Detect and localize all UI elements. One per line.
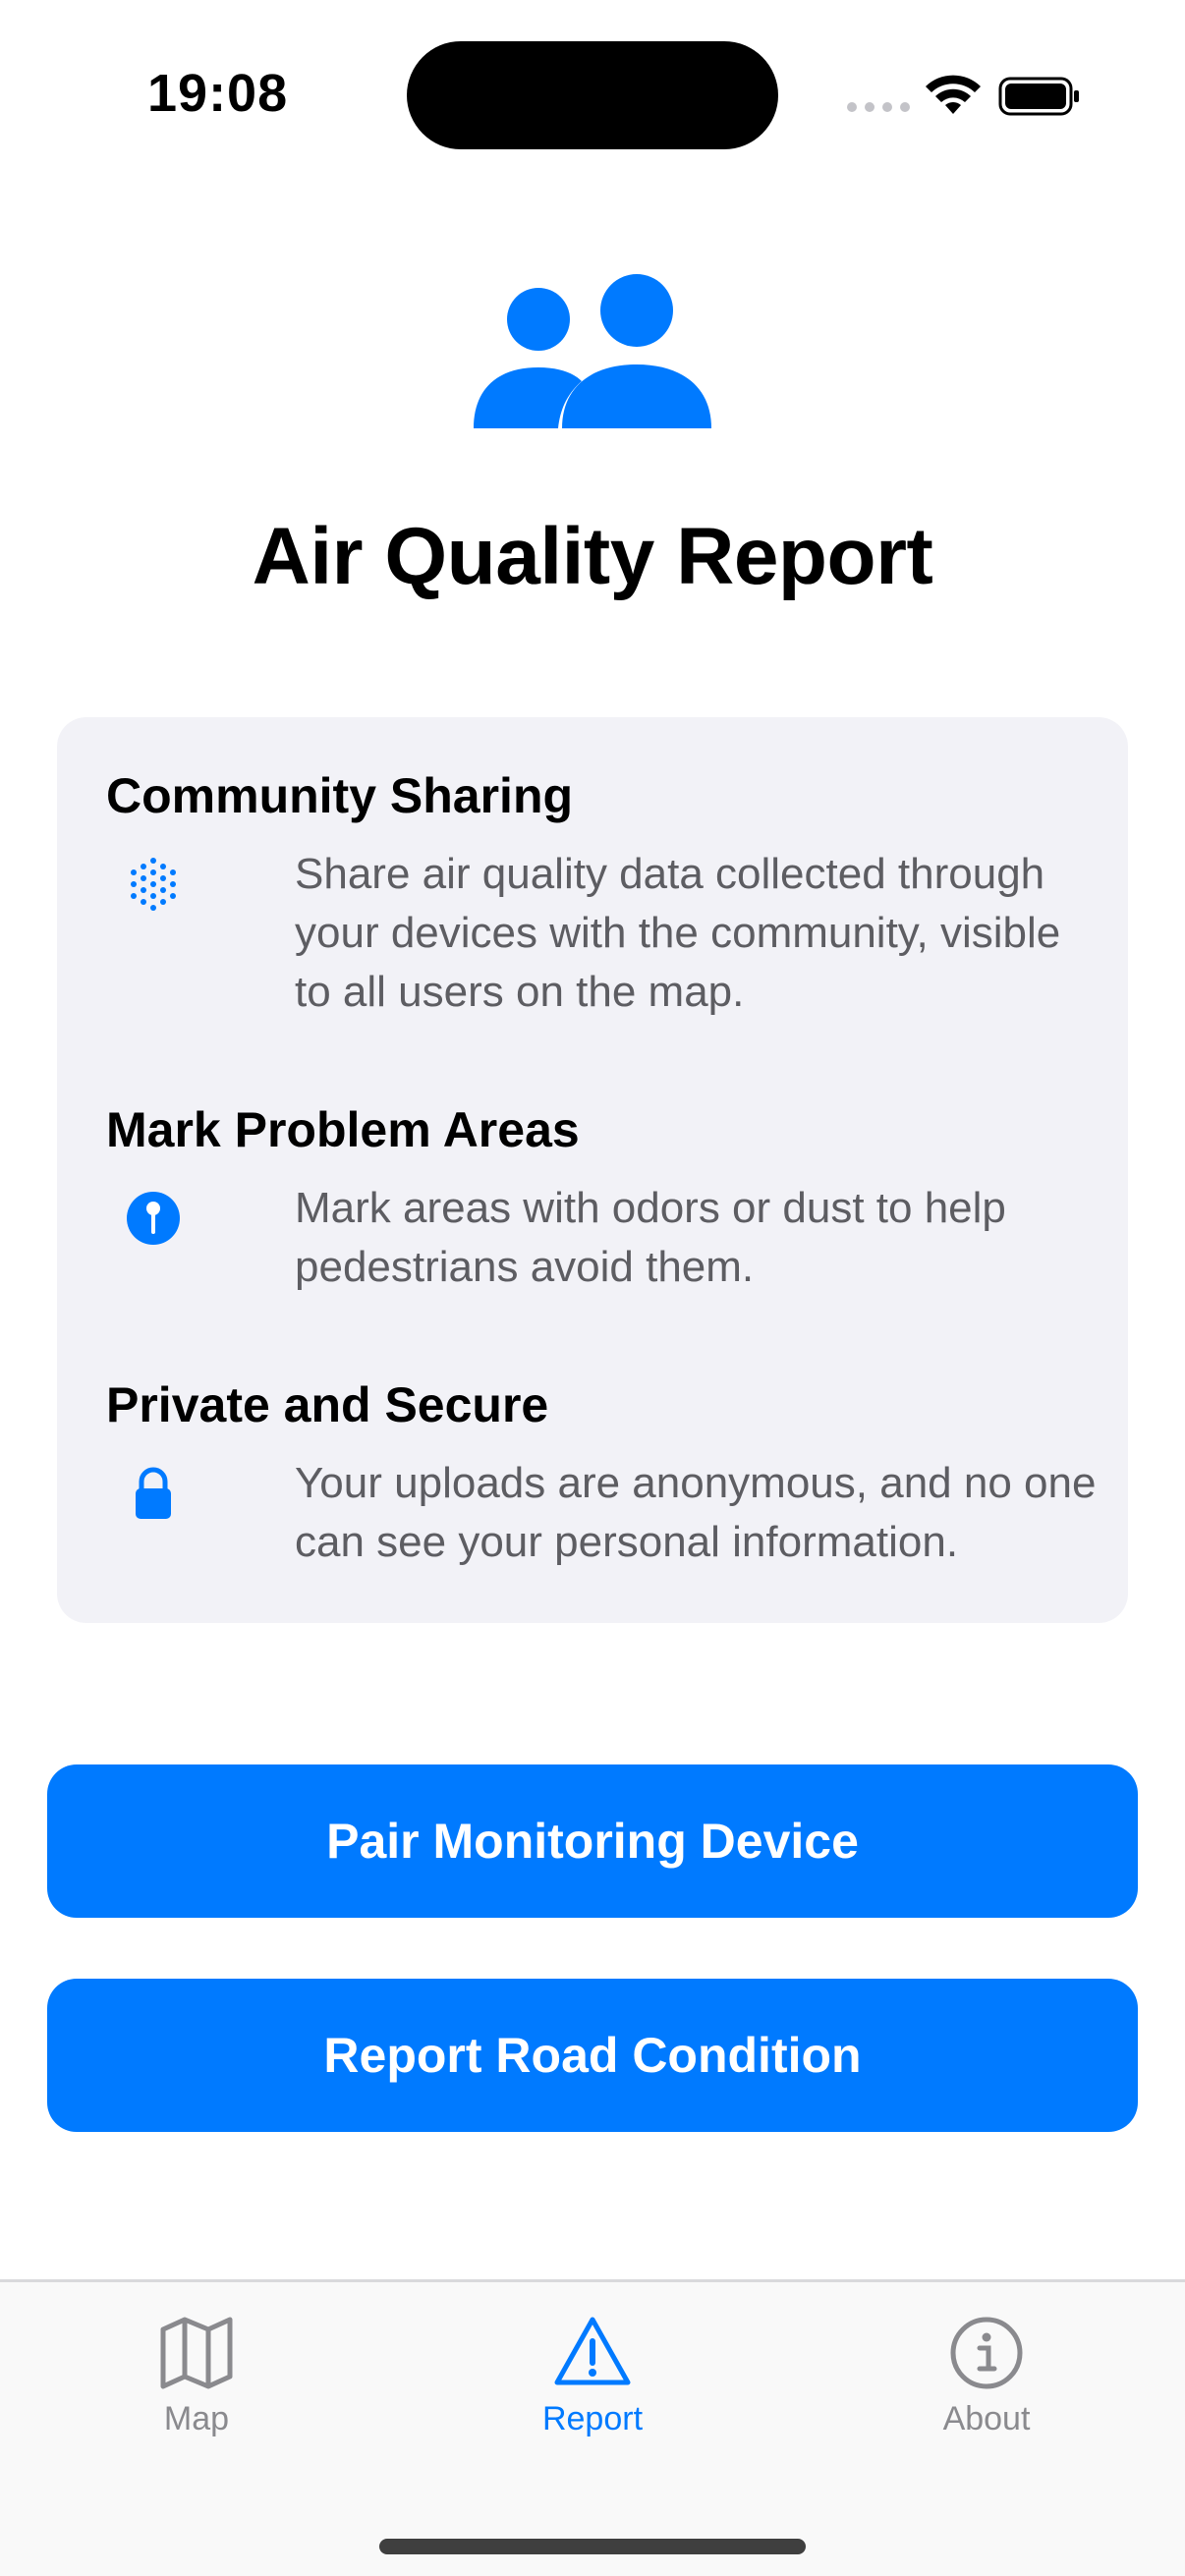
warning-triangle-icon	[554, 2317, 631, 2385]
page-title: Air Quality Report	[252, 512, 933, 601]
two-people-icon	[474, 274, 711, 428]
feature-title: Community Sharing	[106, 768, 574, 823]
feature-description: Share air quality data collected through…	[295, 850, 1061, 1016]
cellular-signal-icon	[847, 102, 910, 112]
wifi-icon	[926, 75, 981, 114]
tab-map[interactable]: Map	[79, 2312, 314, 2459]
status-bar: 19:08	[0, 0, 1185, 187]
report-road-condition-button[interactable]: Report Road Condition	[47, 1979, 1138, 2132]
tab-about[interactable]: About	[869, 2312, 1104, 2459]
tab-bar: Map Report About	[0, 2279, 1185, 2576]
features-card: Community Sharing Share air quality data…	[57, 717, 1128, 1623]
battery-icon	[998, 77, 1079, 116]
feature-mark-problem-areas: Mark Problem Areas Mark areas with odors…	[106, 1100, 1099, 1297]
lock-icon	[136, 1467, 171, 1519]
home-indicator	[379, 2539, 806, 2554]
feature-title: Mark Problem Areas	[106, 1102, 580, 1157]
dot-grid-icon	[131, 858, 176, 911]
tab-label: Report	[541, 2400, 644, 2437]
feature-description: Your uploads are anonymous, and no one c…	[295, 1459, 1097, 1566]
feature-description: Mark areas with odors or dust to help pe…	[295, 1184, 1006, 1291]
tab-report[interactable]: Report	[475, 2312, 710, 2459]
status-time: 19:08	[147, 64, 289, 123]
dynamic-island	[407, 41, 778, 149]
feature-private-secure: Private and Secure Your uploads are anon…	[106, 1375, 1099, 1572]
feature-community-sharing: Community Sharing Share air quality data…	[106, 766, 1099, 1022]
pair-monitoring-device-button[interactable]: Pair Monitoring Device	[47, 1764, 1138, 1918]
tab-label: About	[942, 2400, 1031, 2437]
info-circle-icon	[950, 2317, 1023, 2389]
map-icon	[160, 2317, 233, 2389]
tab-label: Map	[163, 2400, 230, 2437]
feature-title: Private and Secure	[106, 1377, 549, 1432]
map-pin-circle-icon	[127, 1192, 180, 1245]
